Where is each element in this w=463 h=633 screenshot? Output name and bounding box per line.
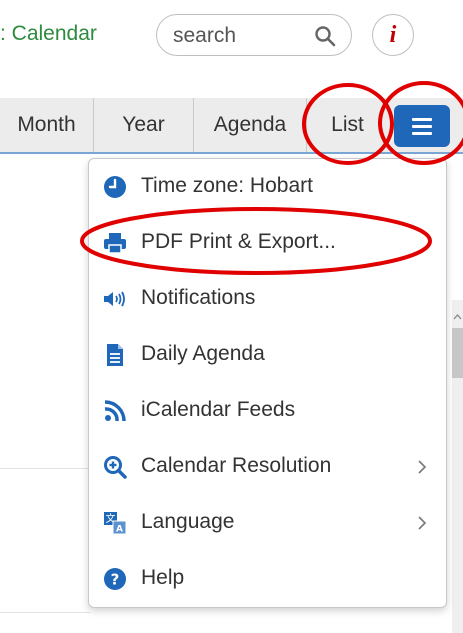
highlight-annotations [80, 81, 463, 275]
annotation-circle-pdf [80, 207, 432, 275]
